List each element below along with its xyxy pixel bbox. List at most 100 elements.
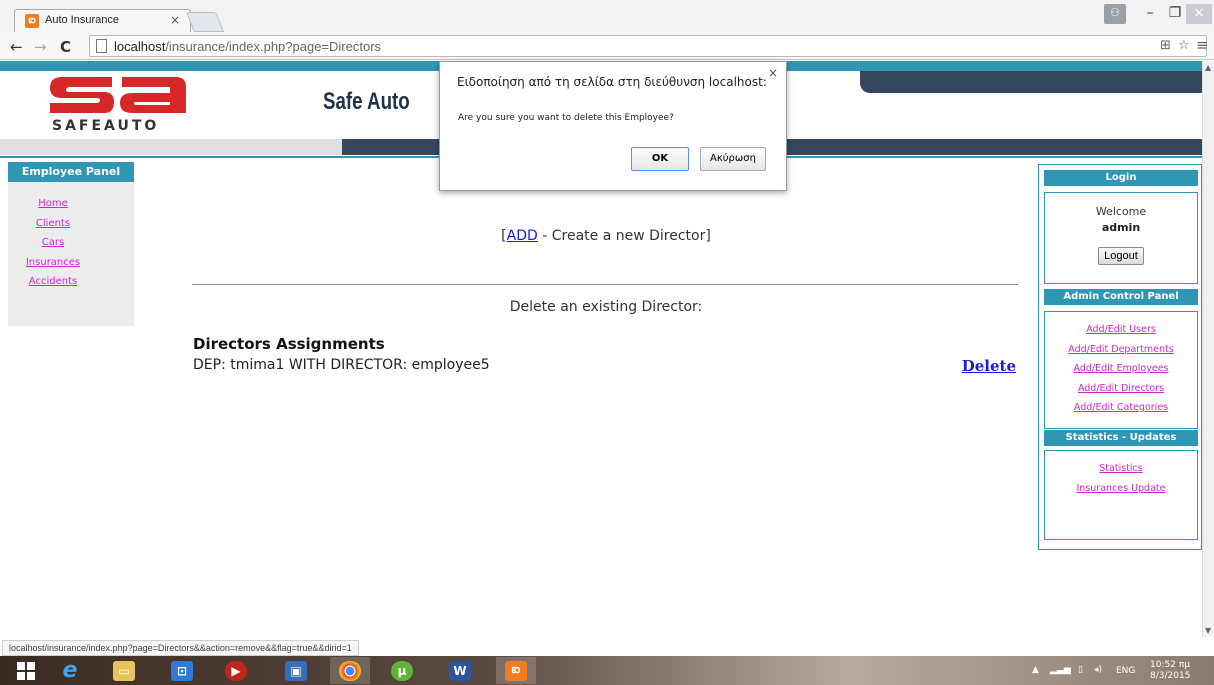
employee-nav: Home Clients Cars Insurances Accidents [8, 198, 98, 296]
dialog-title: Ειδοποίηση από τη σελίδα στη διεύθυνση l… [457, 75, 767, 89]
admin-panel-title: Admin Control Panel [1044, 289, 1198, 305]
taskbar-ie[interactable]: e [50, 657, 90, 684]
taskbar-xampp[interactable]: ఐ [496, 657, 536, 684]
back-arrow-icon[interactable]: ← [10, 38, 23, 56]
url-text: localhost/insurance/index.php?page=Direc… [114, 39, 382, 54]
content-divider [192, 284, 1018, 285]
window-app-icon: ▣ [285, 660, 307, 681]
admin-link-departments[interactable]: Add/Edit Departments [1045, 344, 1197, 364]
translate-icon[interactable]: ⊞ [1160, 38, 1171, 53]
employee-panel: Employee Panel Home Clients Cars Insuran… [8, 162, 134, 326]
header-right-bar [860, 71, 1202, 93]
forward-arrow-icon[interactable]: → [34, 38, 47, 56]
employee-panel-title: Employee Panel [8, 162, 134, 182]
signal-icon[interactable]: ▂▃▅ [1050, 665, 1071, 675]
assignments-title: Directors Assignments [193, 335, 385, 353]
system-tray: ▲ ▂▃▅ ▯ ◂) ENG 10:52 πμ 8/3/2015 [1010, 659, 1210, 683]
maximize-button[interactable]: ❐ [1163, 4, 1187, 24]
taskbar-chrome[interactable] [330, 657, 370, 684]
address-bar[interactable]: localhost/insurance/index.php?page=Direc… [89, 35, 1209, 57]
nav-link-accidents[interactable]: Accidents [29, 276, 77, 287]
media-player-icon: ▶ [225, 660, 247, 681]
logo-text: SAFEAUTO [52, 118, 160, 134]
admin-link-directors[interactable]: Add/Edit Directors [1045, 383, 1197, 403]
admin-links: Add/Edit Users Add/Edit Departments Add/… [1044, 311, 1198, 429]
logged-user: admin [1101, 221, 1141, 234]
stats-links: Statistics Insurances Update [1044, 450, 1198, 540]
site-title: Safe Auto [323, 88, 410, 115]
delete-director-heading: Delete an existing Director: [509, 299, 703, 315]
welcome-text: Welcome [1095, 205, 1147, 218]
bookmark-star-icon[interactable]: ☆ [1178, 38, 1190, 53]
browser-tab-bar: ఐ Auto Insurance × ⚇ – ❐ × [0, 0, 1214, 33]
login-title: Login [1044, 170, 1198, 186]
remote-desktop-icon: ⊡ [171, 660, 193, 681]
stats-panel-title: Statistics - Updates [1044, 430, 1198, 446]
xampp-icon: ఐ [505, 660, 527, 681]
admin-link-categories[interactable]: Add/Edit Categories [1045, 402, 1197, 422]
scroll-up-icon[interactable]: ▲ [1205, 63, 1211, 72]
minimize-button[interactable]: – [1138, 4, 1162, 24]
logout-button[interactable]: Logout [1098, 247, 1144, 265]
chrome-icon [339, 660, 361, 681]
battery-icon[interactable]: ▯ [1078, 665, 1083, 675]
menu-icon[interactable]: ≡ [1196, 36, 1209, 54]
file-explorer-icon: ▭ [113, 660, 135, 681]
page-scrollbar[interactable]: ▲ ▼ [1202, 61, 1214, 637]
nav-link-insurances[interactable]: Insurances [26, 257, 80, 268]
login-box: Welcome admin Logout [1044, 192, 1198, 284]
link-status-bar: localhost/insurance/index.php?page=Direc… [2, 640, 359, 656]
internet-explorer-icon: e [62, 658, 78, 683]
delete-assignment-link[interactable]: Delete [962, 357, 1016, 375]
assignment-text: DEP: tmima1 WITH DIRECTOR: employee5 [193, 357, 490, 373]
taskbar-remote-desktop[interactable]: ⊡ [162, 657, 202, 684]
user-profile-icon[interactable]: ⚇ [1104, 4, 1126, 24]
windows-taskbar: e ▭ ⊡ ▶ ▣ µ W ఐ ▲ ▂▃▅ ▯ ◂) ENG 10:52 πμ … [0, 656, 1214, 685]
clock-time: 10:52 πμ [1150, 660, 1190, 670]
admin-link-employees[interactable]: Add/Edit Employees [1045, 363, 1197, 383]
taskbar-app[interactable]: ▣ [276, 657, 316, 684]
dialog-cancel-button[interactable]: Ακύρωση [700, 147, 766, 171]
dialog-ok-button[interactable]: OK [631, 147, 689, 171]
language-indicator[interactable]: ENG [1116, 666, 1135, 676]
assignment-row: DEP: tmima1 WITH DIRECTOR: employee5 Del… [193, 357, 1017, 375]
nav-link-cars[interactable]: Cars [42, 237, 64, 248]
header-gray-strip [0, 139, 342, 155]
volume-icon[interactable]: ◂) [1094, 665, 1102, 675]
nav-link-home[interactable]: Home [38, 198, 68, 209]
xampp-favicon-icon: ఐ [25, 14, 39, 28]
page-icon [96, 39, 107, 53]
stats-link-statistics[interactable]: Statistics [1045, 463, 1197, 483]
windows-logo-icon [17, 661, 35, 680]
utorrent-icon: µ [391, 660, 413, 681]
dialog-message: Are you sure you want to delete this Emp… [458, 113, 674, 123]
tab-close-icon[interactable]: × [170, 13, 180, 27]
right-sidebar: Login Welcome admin Logout Admin Control… [1038, 164, 1202, 550]
tab-title: Auto Insurance [45, 14, 119, 26]
taskbar-explorer[interactable]: ▭ [104, 657, 144, 684]
confirm-dialog: Ειδοποίηση από τη σελίδα στη διεύθυνση l… [439, 61, 787, 191]
reload-icon[interactable]: C [60, 38, 71, 56]
taskbar-utorrent[interactable]: µ [382, 657, 422, 684]
taskbar-word[interactable]: W [440, 657, 480, 684]
tray-expand-icon[interactable]: ▲ [1032, 665, 1039, 675]
site-logo: SAFEAUTO [48, 75, 188, 137]
clock-date: 8/3/2015 [1150, 671, 1191, 681]
new-tab-button[interactable] [185, 12, 225, 32]
word-icon: W [449, 660, 471, 681]
stats-link-insurances-update[interactable]: Insurances Update [1045, 483, 1197, 503]
close-window-button[interactable]: × [1186, 4, 1212, 24]
screen: ఐ Auto Insurance × ⚇ – ❐ × ← → C localho… [0, 0, 1214, 685]
start-button[interactable] [6, 657, 46, 684]
browser-toolbar: ← → C localhost/insurance/index.php?page… [0, 32, 1214, 60]
nav-link-clients[interactable]: Clients [36, 218, 70, 229]
clock[interactable]: 10:52 πμ 8/3/2015 [1150, 660, 1190, 682]
dialog-close-icon[interactable]: × [768, 66, 778, 80]
browser-tab[interactable]: ఐ Auto Insurance × [14, 9, 191, 33]
admin-link-users[interactable]: Add/Edit Users [1045, 324, 1197, 344]
add-director-line: [ADD - Create a new Director] [501, 228, 711, 244]
add-director-link[interactable]: ADD [507, 228, 538, 244]
scroll-down-icon[interactable]: ▼ [1205, 626, 1211, 635]
taskbar-media[interactable]: ▶ [216, 657, 256, 684]
sa-logo-mark-icon [50, 77, 186, 113]
